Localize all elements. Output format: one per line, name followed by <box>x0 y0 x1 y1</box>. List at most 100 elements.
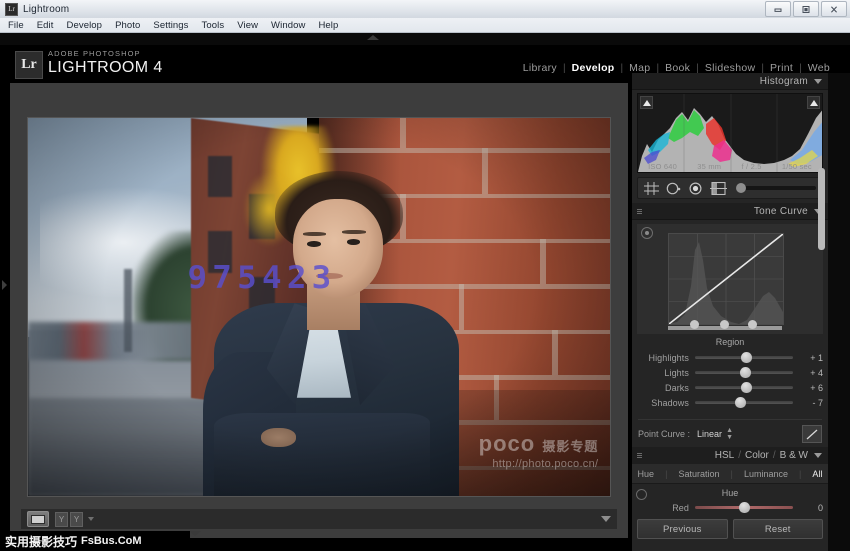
hsl-tab-hsl[interactable]: HSL <box>715 450 734 461</box>
point-curve-stepper-icon[interactable]: ▲▼ <box>726 427 733 441</box>
slider-track-darks[interactable] <box>695 386 793 389</box>
slider-track-highlights[interactable] <box>695 356 793 359</box>
previous-button[interactable]: Previous <box>637 519 728 539</box>
menubar: File Edit Develop Photo Settings Tools V… <box>0 18 850 33</box>
develop-tool-strip <box>637 177 823 199</box>
red-eye-icon[interactable] <box>688 182 703 195</box>
edit-point-curve-icon[interactable] <box>802 425 822 443</box>
menu-file[interactable]: File <box>8 20 24 31</box>
window-title: Lightroom <box>23 4 69 15</box>
menu-photo[interactable]: Photo <box>115 20 140 31</box>
menu-window[interactable]: Window <box>271 20 305 31</box>
histogram-panel-header[interactable]: Histogram <box>632 73 828 90</box>
split-point-midtones[interactable] <box>720 320 729 329</box>
tone-curve-panel-header[interactable]: Tone Curve <box>632 203 828 220</box>
menu-settings[interactable]: Settings <box>153 20 188 31</box>
show-left-panel-arrow[interactable] <box>2 280 7 290</box>
menu-edit[interactable]: Edit <box>37 20 54 31</box>
slider-track-red[interactable] <box>695 506 793 509</box>
slider-label-lights: Lights <box>637 368 695 378</box>
close-button[interactable] <box>821 1 847 17</box>
slider-row-shadows: Shadows - 7 <box>637 396 823 409</box>
menu-tools[interactable]: Tools <box>202 20 225 31</box>
slider-knob-shadows[interactable] <box>735 397 746 408</box>
toolbar-menu-chevron-down-icon[interactable] <box>601 516 611 522</box>
tone-curve-split-bar[interactable] <box>668 326 782 330</box>
crop-overlay-icon[interactable] <box>644 182 659 195</box>
slider-row-darks: Darks + 6 <box>637 381 823 394</box>
tone-curve-grid[interactable] <box>668 233 784 325</box>
target-adjust-icon[interactable] <box>641 227 653 239</box>
panel-grip-icon <box>637 453 642 458</box>
panel-grip-icon <box>637 209 642 214</box>
identity-superline: ADOBE PHOTOSHOP <box>48 49 163 58</box>
top-panel-strip <box>0 33 850 45</box>
slider-row-lights: Lights + 4 <box>637 366 823 379</box>
chevron-down-icon[interactable] <box>88 517 94 521</box>
slider-knob-lights[interactable] <box>740 367 751 378</box>
reset-button[interactable]: Reset <box>733 519 824 539</box>
tool-size-slider-knob[interactable] <box>736 183 746 193</box>
tone-curve-region-sliders: Region Highlights + 1 Lights + 4 Darks +… <box>637 337 823 414</box>
number-watermark: 975423 <box>187 260 336 296</box>
point-curve-value[interactable]: Linear <box>697 429 722 439</box>
slider-value-highlights: + 1 <box>793 353 823 363</box>
chevron-down-icon[interactable] <box>814 453 822 458</box>
menu-help[interactable]: Help <box>318 20 338 31</box>
slider-knob-highlights[interactable] <box>741 352 752 363</box>
right-panel-edge <box>828 73 850 551</box>
hsl-panel-header[interactable]: HSL / Color / B & W <box>632 447 828 464</box>
lightroom-body: Lr ADOBE PHOTOSHOP LIGHTROOM 4 Library |… <box>0 33 850 551</box>
compare-y2-label[interactable]: Y <box>70 512 83 527</box>
menu-develop[interactable]: Develop <box>67 20 103 31</box>
hsl-tab-bw[interactable]: B & W <box>780 450 808 461</box>
hsl-subtab-divider: | <box>665 469 667 479</box>
right-panel-scrollbar[interactable] <box>818 168 825 250</box>
exif-iso: ISO 640 <box>648 162 677 171</box>
slider-label-darks: Darks <box>637 383 695 393</box>
slider-knob-red[interactable] <box>739 502 750 513</box>
hsl-tab-color[interactable]: Color <box>745 450 769 461</box>
histogram-title: Histogram <box>760 76 808 87</box>
hsl-separator: / <box>773 450 776 461</box>
slider-value-darks: + 6 <box>793 383 823 393</box>
hsl-subtab-hue[interactable]: Hue <box>638 469 655 479</box>
hsl-subtab-saturation[interactable]: Saturation <box>678 469 719 479</box>
split-point-highlights[interactable] <box>748 320 757 329</box>
compare-toggles[interactable]: Y Y <box>55 512 83 527</box>
graduated-filter-icon[interactable] <box>710 182 727 195</box>
slider-label-red: Red <box>637 503 695 513</box>
histogram-graph[interactable]: ISO 640 35 mm f / 2.5 1/50 sec <box>637 93 823 173</box>
window-controls <box>765 1 847 17</box>
compare-y1-label[interactable]: Y <box>55 512 68 527</box>
hsl-subtab-divider: | <box>799 469 801 479</box>
slider-knob-darks[interactable] <box>741 382 752 393</box>
lightroom-badge: Lr <box>15 51 43 79</box>
spot-removal-icon[interactable] <box>666 182 681 195</box>
loupe-view-icon[interactable] <box>27 511 49 527</box>
module-library[interactable]: Library <box>517 62 563 74</box>
menu-view[interactable]: View <box>237 20 258 31</box>
fsbus-overlay: 实用摄影技巧 FsBus.CoM <box>0 531 190 551</box>
slider-track-shadows[interactable] <box>695 401 793 404</box>
photo-container[interactable]: 975423 poco 摄影专题 http://photo.poco.cn/ <box>28 118 610 496</box>
chevron-down-icon[interactable] <box>814 79 822 84</box>
module-develop[interactable]: Develop <box>566 62 621 74</box>
shadow-clipping-icon[interactable] <box>640 96 653 109</box>
tool-size-slider[interactable] <box>736 186 816 190</box>
hsl-subtab-luminance[interactable]: Luminance <box>744 469 788 479</box>
hsl-subtabs: Hue | Saturation | Luminance | All <box>632 464 828 484</box>
maximize-button[interactable] <box>793 1 819 17</box>
minimize-button[interactable] <box>765 1 791 17</box>
hsl-section-title-row: Hue <box>632 488 828 498</box>
identity-plate: ADOBE PHOTOSHOP LIGHTROOM 4 <box>48 49 163 77</box>
hsl-subtab-all[interactable]: All <box>812 469 822 479</box>
collapse-filmstrip-arrow[interactable] <box>189 531 201 536</box>
highlight-clipping-icon[interactable] <box>807 96 820 109</box>
window-titlebar: Lr Lightroom <box>0 0 850 19</box>
split-point-shadows[interactable] <box>690 320 699 329</box>
collapse-top-panel-arrow[interactable] <box>367 35 379 40</box>
target-adjust-icon[interactable] <box>636 489 647 500</box>
slider-track-lights[interactable] <box>695 371 793 374</box>
slider-value-shadows: - 7 <box>793 398 823 408</box>
